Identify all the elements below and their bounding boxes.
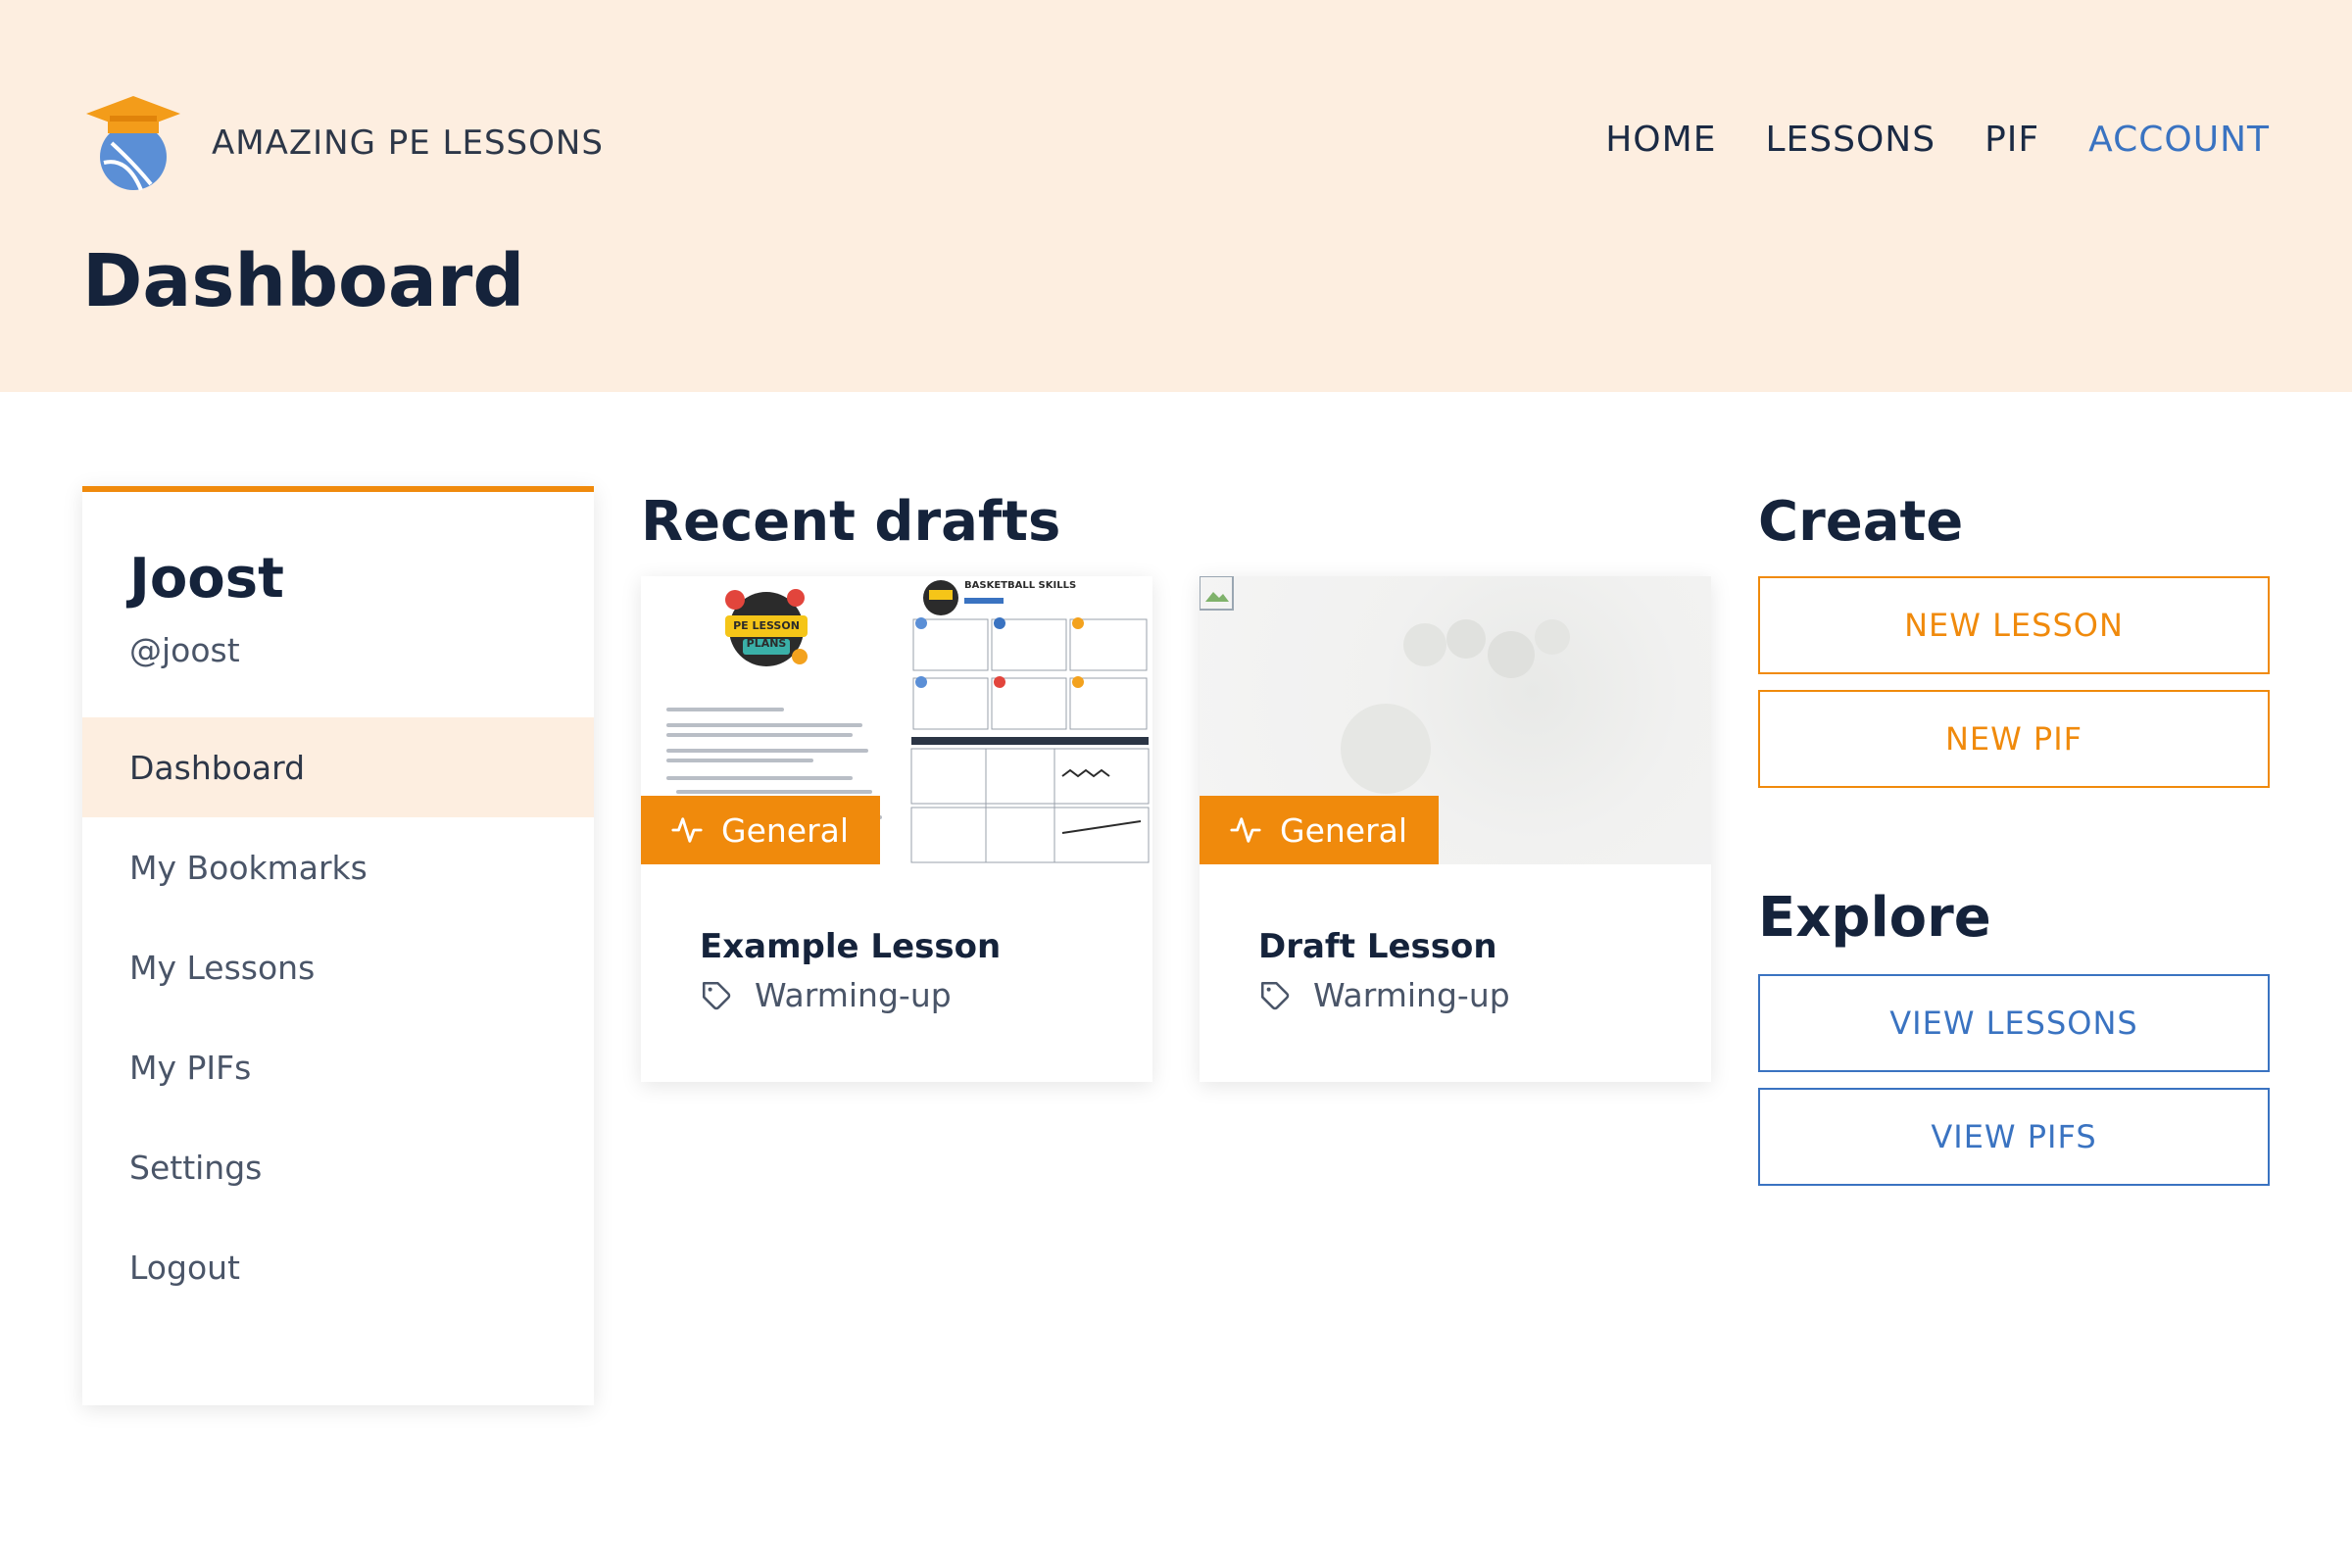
tag-icon	[1260, 981, 1290, 1009]
thumbnail-heading: BASKETBALL SKILLS	[964, 580, 1077, 591]
new-lesson-button[interactable]: NEW LESSON	[1758, 576, 2270, 674]
nav-pif[interactable]: PIF	[1984, 120, 2039, 160]
brand[interactable]: AMAZING PE LESSONS	[82, 92, 604, 194]
nav-home[interactable]: HOME	[1605, 120, 1716, 160]
badge-label: General	[721, 810, 850, 850]
nav-account[interactable]: ACCOUNT	[2088, 120, 2270, 160]
card-tag: Warming-up	[1258, 976, 1510, 1014]
card-title[interactable]: Example Lesson	[700, 927, 1001, 966]
thumbnail-logo-text: PE LESSON PLANS	[733, 619, 800, 650]
main-nav: HOME LESSONS PIF ACCOUNT	[1605, 120, 2270, 160]
card-tag: Warming-up	[700, 976, 952, 1014]
recent-drafts-title: Recent drafts	[641, 490, 1061, 554]
sidebar-item-settings[interactable]: Settings	[82, 1117, 594, 1217]
nav-lessons[interactable]: LESSONS	[1765, 120, 1936, 160]
tag-icon	[702, 981, 731, 1009]
create-title: Create	[1758, 490, 1964, 554]
activity-pulse-icon	[1230, 817, 1261, 843]
tag-label: Warming-up	[1313, 976, 1510, 1014]
user-name: Joost	[129, 547, 284, 611]
lesson-thumbnail: PE LESSON PLANS BASKETBALL SKILLS Genera…	[641, 576, 1152, 864]
sidebar-item-dashboard[interactable]: Dashboard	[82, 717, 594, 817]
activity-pulse-icon	[671, 817, 703, 843]
new-pif-button[interactable]: NEW PIF	[1758, 690, 2270, 788]
view-lessons-button[interactable]: VIEW LESSONS	[1758, 974, 2270, 1072]
category-badge: General	[1200, 796, 1440, 864]
lesson-thumbnail: General	[1200, 576, 1711, 864]
sidebar-menu: Dashboard My Bookmarks My Lessons My PIF…	[82, 717, 594, 1317]
document-page-right: BASKETBALL SKILLS	[907, 576, 1152, 864]
explore-title: Explore	[1758, 886, 1991, 950]
draft-card-draft-lesson[interactable]: General Draft Lesson Warming-up	[1200, 576, 1711, 1082]
badge-label: General	[1280, 810, 1408, 850]
card-title[interactable]: Draft Lesson	[1258, 927, 1497, 966]
page-title: Dashboard	[82, 239, 525, 323]
brand-name: AMAZING PE LESSONS	[212, 123, 604, 163]
draft-card-example-lesson[interactable]: PE LESSON PLANS BASKETBALL SKILLS Genera…	[641, 576, 1152, 1082]
sidebar-item-logout[interactable]: Logout	[82, 1217, 594, 1317]
sidebar-item-bookmarks[interactable]: My Bookmarks	[82, 817, 594, 917]
view-pifs-button[interactable]: VIEW PIFS	[1758, 1088, 2270, 1186]
tag-label: Warming-up	[755, 976, 952, 1014]
graduation-cap-ball-icon	[86, 96, 180, 191]
account-sidebar: Joost @joost Dashboard My Bookmarks My L…	[82, 486, 594, 1405]
sidebar-item-lessons[interactable]: My Lessons	[82, 917, 594, 1017]
lesson-plan-table-icon	[910, 580, 1150, 863]
category-badge: General	[641, 796, 881, 864]
sidebar-item-pifs[interactable]: My PIFs	[82, 1017, 594, 1117]
user-handle: @joost	[129, 631, 240, 669]
site-header: AMAZING PE LESSONS HOME LESSONS PIF ACCO…	[0, 0, 2352, 392]
